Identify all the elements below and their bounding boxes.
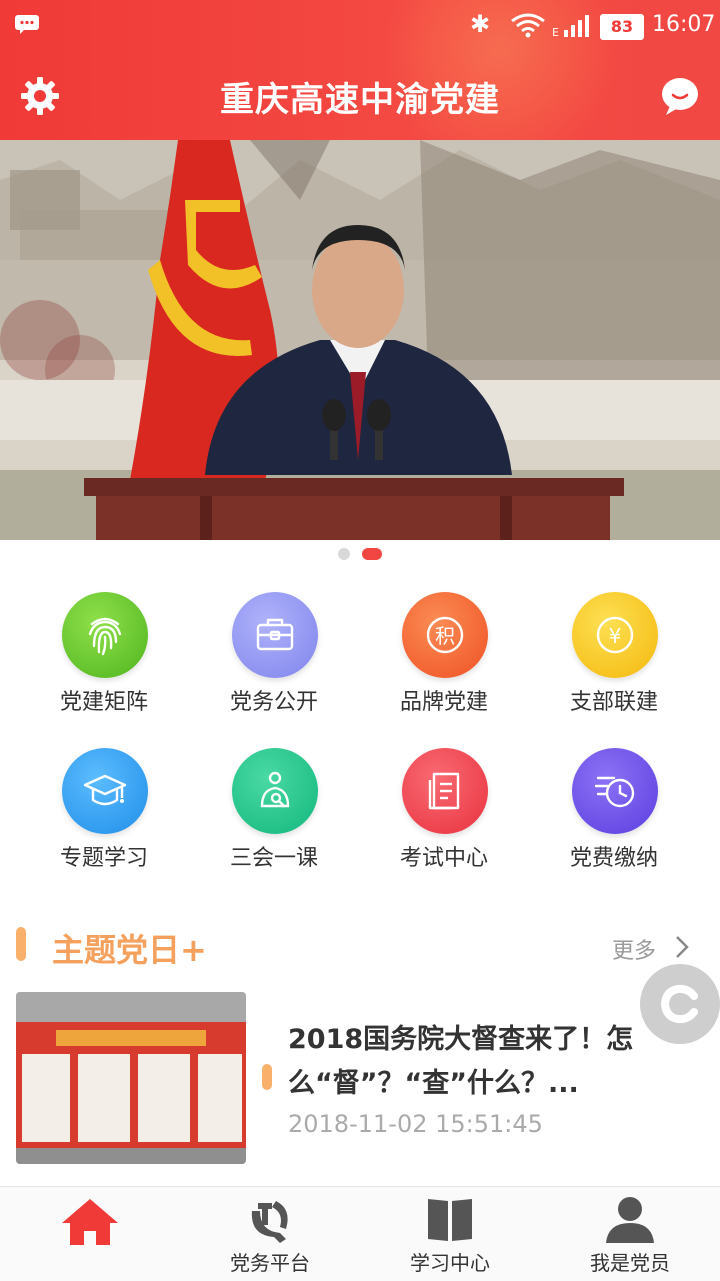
book-icon xyxy=(428,1199,472,1241)
news-accent-bar xyxy=(262,1064,272,1090)
grid-item-label: 党务公开 xyxy=(229,690,318,715)
grid-item-label: 专题学习 xyxy=(59,846,148,871)
battery-indicator: 83 xyxy=(600,14,644,40)
carousel-dot-active[interactable] xyxy=(362,548,382,560)
exam-icon xyxy=(402,748,488,834)
lecture-icon xyxy=(232,748,318,834)
refresh-c-icon xyxy=(660,984,698,1024)
grid-item-label: 三会一课 xyxy=(229,846,318,871)
user-icon xyxy=(606,1197,654,1243)
briefcase-icon xyxy=(232,592,318,678)
banner-image xyxy=(0,140,720,540)
yuan-icon: ¥ xyxy=(572,592,658,678)
carousel-dot[interactable] xyxy=(338,548,350,560)
clock-payment-icon xyxy=(572,748,658,834)
section-header: 主题党日+ 更多 xyxy=(0,915,720,975)
news-thumbnail xyxy=(16,992,246,1164)
more-link[interactable]: 更多 xyxy=(612,933,656,965)
bluetooth-icon: ✱ xyxy=(470,10,491,38)
fingerprint-icon xyxy=(62,592,148,678)
banner-carousel[interactable] xyxy=(0,140,720,540)
news-headline[interactable]: 2018国务院大督查来了！怎么“督”？“查”什么？... xyxy=(288,1018,688,1106)
bottom-navigation: 党务平台 学习中心 我是党员 xyxy=(0,1186,720,1281)
grid-item-label: 品牌党建 xyxy=(399,690,488,715)
tab-label: 学习中心 xyxy=(410,1251,490,1275)
tab-label: 党务平台 xyxy=(230,1251,310,1275)
grid-item-exam-center[interactable]: 考试中心 xyxy=(354,736,534,886)
feature-grid: 党建矩阵 党务公开 积 品牌党建 ¥ 支部联建 专题学习 三会一课 考试中心 党… xyxy=(0,580,720,890)
chevron-right-icon[interactable] xyxy=(674,935,690,959)
grid-item-party-dues[interactable]: 党费缴纳 xyxy=(524,736,704,886)
news-date: 2018-11-02 15:51:45 xyxy=(288,1110,543,1138)
grid-item-branch-joint[interactable]: ¥ 支部联建 xyxy=(524,580,704,730)
tab-study-center[interactable]: 学习中心 xyxy=(360,1187,540,1281)
chat-bubble-icon[interactable] xyxy=(660,76,700,116)
status-time: 16:07 xyxy=(652,12,716,37)
tab-home[interactable] xyxy=(0,1187,180,1281)
grid-item-brand-party[interactable]: 积 品牌党建 xyxy=(354,580,534,730)
svg-text:¥: ¥ xyxy=(609,624,622,648)
app-header: ✱ E 83 16:07 重庆高速中渝党建 xyxy=(0,0,720,140)
svg-text:E: E xyxy=(552,26,559,38)
grid-item-party-affairs-open[interactable]: 党务公开 xyxy=(184,580,364,730)
svg-text:积: 积 xyxy=(435,624,455,648)
signal-icon: E xyxy=(552,15,589,38)
grid-item-three-meetings[interactable]: 三会一课 xyxy=(184,736,364,886)
tab-label: 我是党员 xyxy=(590,1251,670,1275)
grid-item-label: 支部联建 xyxy=(569,690,658,715)
grid-item-label: 党建矩阵 xyxy=(59,690,148,715)
section-title: 主题党日+ xyxy=(52,931,207,969)
grid-item-topic-study[interactable]: 专题学习 xyxy=(14,736,194,886)
floating-action-button[interactable] xyxy=(640,964,720,1044)
grid-item-party-matrix[interactable]: 党建矩阵 xyxy=(14,580,194,730)
tab-i-am-member[interactable]: 我是党员 xyxy=(540,1187,720,1281)
hammer-sickle-icon xyxy=(251,1201,288,1243)
grid-item-label: 党费缴纳 xyxy=(569,846,658,871)
home-icon xyxy=(62,1199,118,1245)
page-title: 重庆高速中渝党建 xyxy=(220,80,500,120)
tab-party-platform[interactable]: 党务平台 xyxy=(180,1187,360,1281)
list-item[interactable]: 2018国务院大督查来了！怎么“督”？“查”什么？... 2018-11-02 … xyxy=(0,990,720,1170)
graduation-cap-icon xyxy=(62,748,148,834)
grid-item-label: 考试中心 xyxy=(399,846,488,871)
points-icon: 积 xyxy=(402,592,488,678)
section-accent-bar xyxy=(16,927,26,961)
carousel-indicator xyxy=(0,546,720,562)
message-notification-icon xyxy=(15,15,39,34)
status-bar: ✱ E 83 16:07 xyxy=(0,0,720,52)
wifi-icon xyxy=(511,13,545,38)
